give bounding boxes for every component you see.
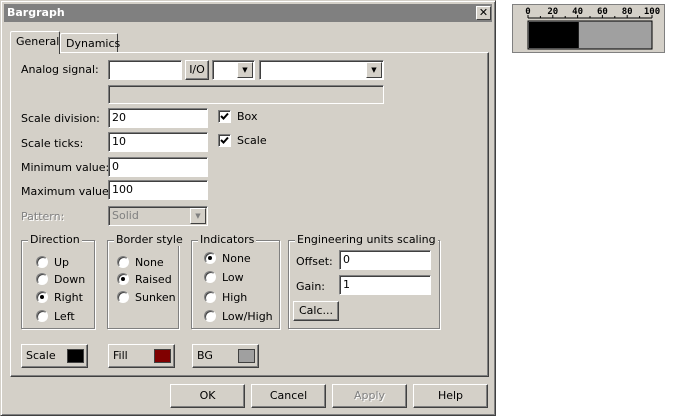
scale-checkbox-label: Scale (237, 134, 267, 147)
chevron-down-icon: ▼ (242, 66, 248, 74)
checkmark-icon (220, 136, 229, 144)
scale-color-swatch (67, 349, 84, 363)
indicators-radio-none[interactable] (204, 252, 216, 264)
engineering-units-group-title: Engineering units scaling (295, 233, 438, 246)
analog-signal-label: Analog signal: (21, 63, 99, 76)
scale-ticks-input[interactable]: 10 (108, 132, 208, 152)
gain-input[interactable]: 1 (339, 275, 431, 295)
scale-ticks-label: Scale ticks: (21, 137, 84, 150)
signal-tag-dropdown-button[interactable]: ▼ (366, 62, 382, 78)
direction-radio-right[interactable] (36, 291, 48, 303)
border-radio-raised[interactable] (117, 273, 129, 285)
direction-left-label: Left (54, 310, 75, 323)
fill-color-button[interactable]: Fill (108, 344, 175, 368)
indicators-none-label: None (222, 252, 251, 265)
fill-color-label: Fill (113, 349, 128, 362)
indicators-high-label: High (222, 291, 248, 304)
direction-up-label: Up (54, 256, 70, 269)
pattern-select: Solid ▼ (108, 206, 208, 226)
gain-label: Gain: (296, 280, 325, 293)
scale-color-button[interactable]: Scale (21, 344, 88, 368)
box-checkbox[interactable] (218, 110, 231, 123)
apply-button: Apply (332, 384, 407, 408)
scale-checkbox[interactable] (218, 134, 231, 147)
bargraph-dialog: Bargraph ✕ General Dynamics Analog signa… (0, 0, 496, 416)
bg-color-swatch (238, 349, 255, 363)
chevron-down-icon: ▼ (195, 212, 201, 220)
ok-button[interactable]: OK (170, 384, 245, 408)
pattern-value: Solid (112, 209, 139, 222)
indicators-group-title: Indicators (198, 233, 257, 246)
chevron-down-icon: ▼ (371, 66, 377, 74)
fill-color-swatch (154, 349, 171, 363)
analog-signal-input[interactable] (108, 60, 182, 80)
indicators-lowhigh-label: Low/High (222, 310, 273, 323)
signal-type-dropdown-button[interactable]: ▼ (237, 62, 253, 78)
help-button[interactable]: Help (413, 384, 488, 408)
border-sunken-label: Sunken (135, 291, 176, 304)
bargraph-preview-svg: 0 20 40 60 80 100 (525, 7, 660, 50)
border-radio-none[interactable] (117, 256, 129, 268)
bg-color-label: BG (197, 349, 213, 362)
signal-tag-select[interactable]: ▼ (259, 60, 384, 80)
preview-scale-label: 80 (622, 7, 633, 17)
calc-button[interactable]: Calc... (293, 301, 339, 321)
direction-radio-up[interactable] (36, 256, 48, 268)
pattern-label: Pattern: (21, 210, 65, 223)
bargraph-preview: 0 20 40 60 80 100 (512, 4, 665, 53)
bg-color-button[interactable]: BG (192, 344, 259, 368)
scale-division-input[interactable]: 20 (108, 108, 208, 128)
maximum-value-label: Maximum value: (21, 185, 113, 198)
preview-scale-label: 0 (525, 7, 530, 17)
signal-type-select[interactable]: ▼ (212, 60, 255, 80)
cancel-button[interactable]: Cancel (251, 384, 326, 408)
maximum-value-input[interactable]: 100 (108, 180, 208, 200)
preview-scale: 0 20 40 60 80 100 (525, 7, 660, 19)
offset-input[interactable]: 0 (339, 250, 431, 270)
checkmark-icon (220, 112, 229, 120)
border-style-group-title: Border style (114, 233, 185, 246)
general-tab-content: Analog signal: I/O ▼ ▼ Scale division: 2… (1, 1, 497, 417)
indicators-radio-low[interactable] (204, 271, 216, 283)
direction-group-title: Direction (28, 233, 82, 246)
border-raised-label: Raised (135, 273, 172, 286)
preview-scale-label: 100 (644, 7, 660, 17)
preview-scale-label: 20 (547, 7, 558, 17)
scale-division-label: Scale division: (21, 112, 100, 125)
offset-label: Offset: (296, 255, 333, 268)
indicators-low-label: Low (222, 271, 244, 284)
scale-color-label: Scale (26, 349, 56, 362)
io-button[interactable]: I/O (185, 60, 209, 80)
direction-right-label: Right (54, 291, 83, 304)
preview-scale-label: 60 (597, 7, 608, 17)
box-checkbox-label: Box (237, 110, 258, 123)
indicators-radio-high[interactable] (204, 291, 216, 303)
pattern-dropdown-button: ▼ (190, 208, 206, 224)
border-none-label: None (135, 256, 164, 269)
indicators-radio-lowhigh[interactable] (204, 310, 216, 322)
direction-radio-left[interactable] (36, 310, 48, 322)
minimum-value-label: Minimum value: (21, 161, 110, 174)
direction-radio-down[interactable] (36, 273, 48, 285)
direction-down-label: Down (54, 273, 86, 286)
signal-description-field (108, 85, 384, 104)
minimum-value-input[interactable]: 0 (108, 157, 208, 177)
border-radio-sunken[interactable] (117, 291, 129, 303)
preview-bar-fill (529, 22, 579, 48)
preview-scale-label: 40 (572, 7, 583, 17)
